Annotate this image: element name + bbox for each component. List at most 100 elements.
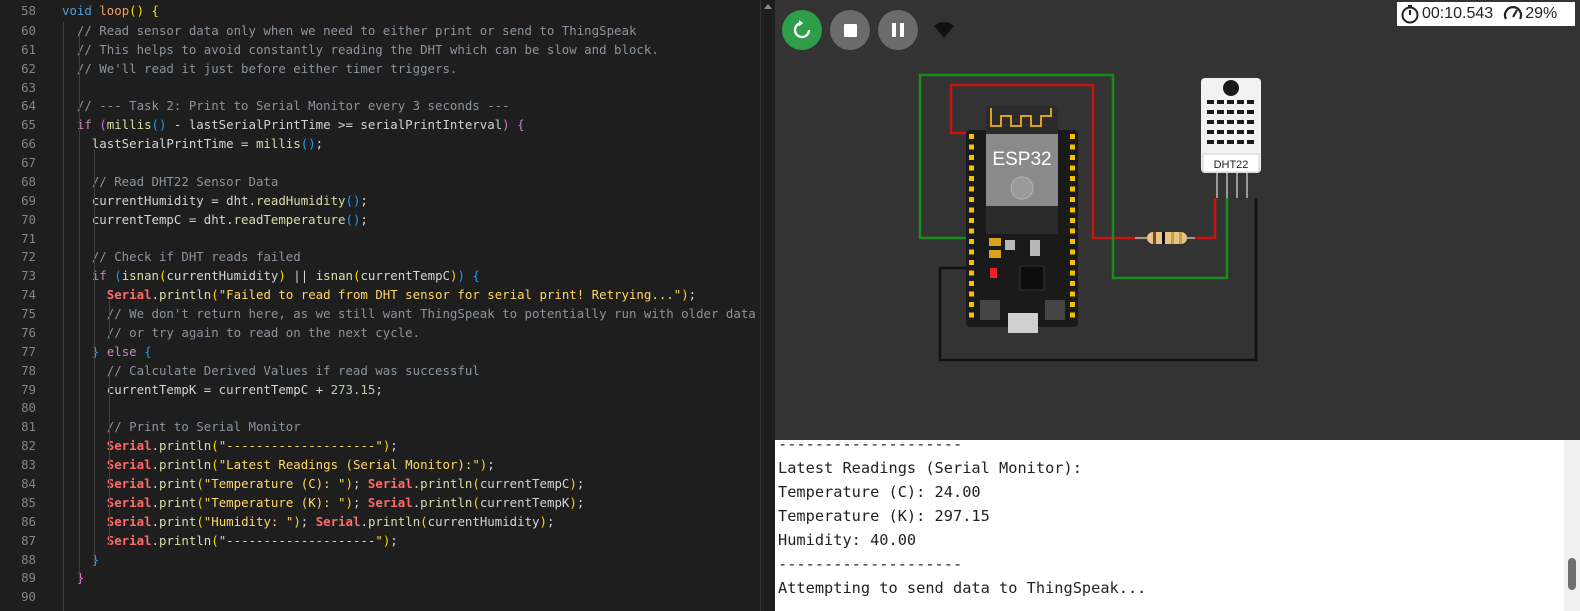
code-line[interactable]: 84 Serial.print("Temperature (C): "); Se… bbox=[0, 474, 775, 493]
code-line[interactable]: 72 // Check if DHT reads failed bbox=[0, 247, 775, 266]
header-pin[interactable] bbox=[969, 197, 974, 202]
code-line[interactable]: 87 Serial.println("--------------------"… bbox=[0, 531, 775, 550]
code-line[interactable]: 70 currentTempC = dht.readTemperature(); bbox=[0, 210, 775, 229]
sensor-vent bbox=[1217, 100, 1224, 104]
header-pin[interactable] bbox=[1070, 218, 1075, 223]
simulator-panel[interactable]: 00:10.543 29% ESP32 DHT22 bbox=[775, 0, 1580, 440]
code-line[interactable]: 79 currentTempK = currentTempC + 273.15; bbox=[0, 380, 775, 399]
code-line[interactable]: 69 currentHumidity = dht.readHumidity(); bbox=[0, 191, 775, 210]
header-pin[interactable] bbox=[1070, 249, 1075, 255]
resistor[interactable] bbox=[1135, 232, 1195, 244]
code-line[interactable]: 90 bbox=[0, 587, 775, 606]
code-line[interactable]: 75 // We don't return here, as we still … bbox=[0, 304, 775, 323]
header-pin[interactable] bbox=[969, 281, 974, 286]
header-pin[interactable] bbox=[969, 218, 974, 223]
header-pin[interactable] bbox=[969, 186, 974, 192]
code-token: Serial bbox=[106, 476, 152, 491]
code-line[interactable]: 78 // Calculate Derived Values if read w… bbox=[0, 361, 775, 380]
header-pin[interactable] bbox=[969, 260, 974, 265]
code-line[interactable]: 61 // This helps to avoid constantly rea… bbox=[0, 40, 775, 59]
code-line[interactable]: 89 } bbox=[0, 568, 775, 587]
circuit-canvas[interactable]: ESP32 DHT22 bbox=[775, 0, 1580, 440]
header-pin[interactable] bbox=[969, 228, 974, 234]
header-pin[interactable] bbox=[1070, 207, 1075, 213]
editor-scrollbar[interactable] bbox=[760, 0, 775, 611]
code-token: ) bbox=[345, 476, 353, 491]
code-token: currentTempK bbox=[479, 494, 570, 510]
code-line[interactable]: 88 } bbox=[0, 550, 775, 569]
header-pin[interactable] bbox=[969, 270, 974, 276]
serial-scrollbar[interactable] bbox=[1564, 440, 1580, 611]
code-token: () bbox=[129, 3, 152, 18]
code-line[interactable]: 76 // or try again to read on the next c… bbox=[0, 323, 775, 342]
code-line[interactable]: 77 } else { bbox=[0, 342, 775, 361]
header-pin[interactable] bbox=[1070, 134, 1075, 139]
chip-label: ESP32 bbox=[992, 149, 1051, 170]
header-pin[interactable] bbox=[1070, 186, 1075, 192]
header-pin[interactable] bbox=[969, 302, 974, 307]
header-pin[interactable] bbox=[1070, 260, 1075, 265]
code-line[interactable]: 80 bbox=[0, 398, 775, 417]
code-token: // --- Task 2: Print to Serial Monitor e… bbox=[62, 98, 510, 114]
code-line[interactable]: 73 if (isnan(currentHumidity) || isnan(c… bbox=[0, 266, 775, 285]
code-line[interactable]: 71 bbox=[0, 229, 775, 248]
code-line[interactable]: 58 void loop() { bbox=[0, 1, 775, 20]
serial-scroll-thumb[interactable] bbox=[1568, 558, 1576, 590]
header-pin[interactable] bbox=[969, 176, 974, 181]
code-token: print bbox=[159, 476, 197, 491]
header-pin[interactable] bbox=[969, 134, 974, 139]
header-pin[interactable] bbox=[1070, 155, 1075, 160]
code-line[interactable]: 85 Serial.print("Temperature (K): "); Se… bbox=[0, 493, 775, 512]
header-pin[interactable] bbox=[1070, 302, 1075, 307]
code-line[interactable]: 86 Serial.print("Humidity: "); Serial.pr… bbox=[0, 512, 775, 531]
line-number: 58 bbox=[21, 3, 36, 18]
header-pin[interactable] bbox=[1070, 228, 1075, 234]
code-token: currentHumidity bbox=[427, 513, 540, 529]
code-line[interactable]: 62 // We'll read it just before either t… bbox=[0, 59, 775, 78]
header-pin[interactable] bbox=[1070, 312, 1075, 318]
code-token: void bbox=[62, 3, 100, 18]
header-pin[interactable] bbox=[969, 239, 974, 244]
header-pin[interactable] bbox=[1070, 176, 1075, 181]
header-pin[interactable] bbox=[969, 312, 974, 318]
header-pin[interactable] bbox=[1070, 239, 1075, 244]
code-line[interactable]: 68 // Read DHT22 Sensor Data bbox=[0, 172, 775, 191]
header-pin[interactable] bbox=[969, 165, 974, 171]
code-line[interactable]: 60 // Read sensor data only when we need… bbox=[0, 21, 775, 40]
header-pin[interactable] bbox=[969, 144, 974, 150]
header-pin[interactable] bbox=[1070, 291, 1075, 297]
code-token: Serial bbox=[367, 476, 413, 491]
dht22-sensor[interactable]: DHT22 bbox=[1201, 78, 1261, 198]
code-line[interactable]: 67 bbox=[0, 153, 775, 172]
code-token: { bbox=[151, 3, 160, 18]
scroll-up-icon[interactable] bbox=[764, 4, 772, 9]
header-pin[interactable] bbox=[1070, 197, 1075, 202]
code-line[interactable]: 65 if (millis() - lastSerialPrintTime >=… bbox=[0, 115, 775, 134]
line-number: 77 bbox=[21, 343, 36, 359]
code-line[interactable]: 66 lastSerialPrintTime = millis(); bbox=[0, 134, 775, 153]
header-pin[interactable] bbox=[1070, 281, 1075, 286]
header-pin[interactable] bbox=[969, 291, 974, 297]
header-pin[interactable] bbox=[969, 155, 974, 160]
code-line[interactable]: 81 // Print to Serial Monitor bbox=[0, 417, 775, 436]
code-token: ) bbox=[539, 513, 547, 529]
header-pin[interactable] bbox=[1070, 165, 1075, 171]
code-editor[interactable]: 58 void loop() {60 // Read sensor data on… bbox=[0, 0, 775, 611]
code-token: ( bbox=[211, 532, 219, 548]
code-line[interactable]: 64 // --- Task 2: Print to Serial Monito… bbox=[0, 96, 775, 115]
serial-monitor[interactable]: -------------------- Latest Readings (Ser… bbox=[775, 435, 1580, 611]
code-line[interactable]: 83 Serial.println("Latest Readings (Seri… bbox=[0, 455, 775, 474]
code-line[interactable]: 82 Serial.println("--------------------"… bbox=[0, 436, 775, 455]
header-pin[interactable] bbox=[1070, 270, 1075, 276]
code-token: "Temperature (C): " bbox=[203, 476, 346, 491]
header-pin[interactable] bbox=[969, 249, 974, 255]
code-token: Serial bbox=[367, 494, 413, 510]
indent-guide bbox=[79, 35, 80, 583]
code-token: . bbox=[151, 457, 159, 473]
line-number: 65 bbox=[21, 117, 36, 133]
code-line[interactable]: 74 Serial.println("Failed to read from D… bbox=[0, 285, 775, 304]
esp32-board[interactable]: ESP32 bbox=[966, 106, 1078, 333]
header-pin[interactable] bbox=[969, 207, 974, 213]
code-line[interactable]: 63 bbox=[0, 78, 775, 97]
header-pin[interactable] bbox=[1070, 144, 1075, 150]
